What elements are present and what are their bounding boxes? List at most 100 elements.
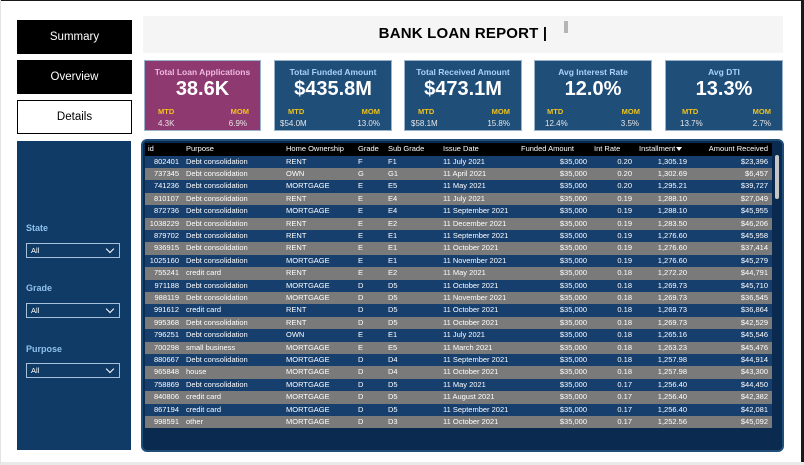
table-cell: 1,272.20 xyxy=(636,267,691,280)
column-header-issue-date[interactable]: Issue Date xyxy=(440,143,518,156)
kpi-total-loan-applications: Total Loan Applications 38.6K MTD MOM 4.… xyxy=(144,60,261,131)
scrollbar-thumb[interactable] xyxy=(775,155,779,199)
column-header-grade[interactable]: Grade xyxy=(355,143,385,156)
nav-summary-button[interactable]: Summary xyxy=(17,20,132,54)
table-cell: $45,955 xyxy=(691,205,772,218)
nav-overview-button[interactable]: Overview xyxy=(17,60,132,94)
table-cell: 0.19 xyxy=(591,254,636,268)
table-cell: D5 xyxy=(385,378,440,392)
table-row[interactable]: 936915 Debt consolidation RENT E E1 11 Octobe… xyxy=(145,242,772,255)
table-row[interactable]: 1038229 Debt consolidation RENT E E2 11 Decem… xyxy=(145,217,772,230)
table-cell: OWN xyxy=(283,167,355,181)
column-header-home-ownership[interactable]: Home Ownership xyxy=(283,143,355,156)
table-row[interactable]: 741236 Debt consolidation MORTGAGE E E5 11 Ma… xyxy=(145,180,772,193)
table-cell: 0.19 xyxy=(591,242,636,255)
kpi-title: Avg Interest Rate xyxy=(558,67,628,77)
kpi-title: Avg DTI xyxy=(708,67,740,77)
table-row[interactable]: 998591 other MORTGAGE D D3 11 October 2021 $35… xyxy=(145,416,772,429)
table-header-row: id Purpose Home Ownership Grade Sub Grad… xyxy=(145,143,772,156)
table-cell: 0.20 xyxy=(591,155,636,168)
table-cell: D5 xyxy=(385,304,440,317)
table-row[interactable]: 802401 Debt consolidation RENT F F1 11 July 2… xyxy=(145,155,772,168)
kpi-mtd-value: 13.7% xyxy=(680,119,703,128)
table-row[interactable]: 880667 Debt consolidation MORTGAGE D D4 11 Se… xyxy=(145,354,772,367)
table-cell: $43,300 xyxy=(691,366,772,379)
table-cell: 11 July 2021 xyxy=(440,329,518,342)
table-row[interactable]: 755241 credit card RENT E E2 11 May 2021 $35,0… xyxy=(145,267,772,280)
table-cell: 0.19 xyxy=(591,217,636,230)
kpi-total-funded-amount: Total Funded Amount $435.8M MTD MOM $54.… xyxy=(274,60,392,131)
table-cell: 0.18 xyxy=(591,316,636,330)
table-cell: Debt consolidation xyxy=(183,205,283,218)
column-header-installment[interactable]: Installment xyxy=(636,143,691,156)
column-header-int-rate[interactable]: Int Rate xyxy=(591,143,636,156)
table-cell: 1,276.60 xyxy=(636,254,691,268)
table-row[interactable]: 988119 Debt consolidation MORTGAGE D D5 11 No… xyxy=(145,291,772,305)
table-cell: 1,269.73 xyxy=(636,291,691,305)
table-cell: 1,257.98 xyxy=(636,354,691,367)
state-filter-select[interactable]: All xyxy=(26,243,120,258)
column-header-funded-amount[interactable]: Funded Amount xyxy=(518,143,591,156)
table-cell: $35,000 xyxy=(518,304,591,317)
kpi-mom-label: MOM xyxy=(361,107,380,116)
table-row[interactable]: 700298 small business MORTGAGE E E5 11 March … xyxy=(145,341,772,354)
table-row[interactable]: 879702 Debt consolidation RENT E E1 11 Septem… xyxy=(145,229,772,243)
chevron-down-icon xyxy=(105,304,115,314)
table-cell: 879702 xyxy=(145,229,183,243)
table-cell: 1038229 xyxy=(145,217,183,230)
table-cell: D xyxy=(355,391,385,404)
table-cell: D xyxy=(355,291,385,305)
table-cell: $35,000 xyxy=(518,378,591,392)
kpi-mom-label: MOM xyxy=(752,107,771,116)
table-cell: D xyxy=(355,279,385,292)
table-row[interactable]: 995368 Debt consolidation RENT D D5 11 Octobe… xyxy=(145,316,772,330)
table-row[interactable]: 991612 credit card RENT D D5 11 October 2021 $… xyxy=(145,304,772,317)
table-cell: 802401 xyxy=(145,155,183,168)
kpi-mtd-value: 12.4% xyxy=(545,119,568,128)
table-cell: F1 xyxy=(385,155,440,168)
table-cell: E2 xyxy=(385,217,440,230)
table-row[interactable]: 737345 Debt consolidation OWN G G1 11 April 2… xyxy=(145,167,772,181)
table-row[interactable]: 965848 house MORTGAGE D D4 11 October 2021 $35… xyxy=(145,366,772,379)
column-header-purpose[interactable]: Purpose xyxy=(183,143,283,156)
column-header-sub-grade[interactable]: Sub Grade xyxy=(385,143,440,156)
table-cell: 796251 xyxy=(145,329,183,342)
table-row[interactable]: 758869 Debt consolidation MORTGAGE D D5 11 Ma… xyxy=(145,378,772,392)
kpi-mom-label: MOM xyxy=(621,107,640,116)
table-cell: $35,000 xyxy=(518,192,591,206)
table-cell: 0.17 xyxy=(591,416,636,429)
table-cell: $35,000 xyxy=(518,354,591,367)
table-cell: 11 September 2021 xyxy=(440,229,518,243)
table-cell: D xyxy=(355,403,385,417)
table-cell: Debt consolidation xyxy=(183,229,283,243)
loan-details-table[interactable]: id Purpose Home Ownership Grade Sub Grad… xyxy=(141,139,784,452)
state-filter-value: All xyxy=(31,246,40,255)
table-cell: MORTGAGE xyxy=(283,416,355,429)
table-cell: $35,000 xyxy=(518,316,591,330)
table-row[interactable]: 810107 Debt consolidation RENT E E4 11 July 2… xyxy=(145,192,772,206)
table-cell: E xyxy=(355,192,385,206)
kpi-value: $435.8M xyxy=(294,78,372,100)
table-cell: 872736 xyxy=(145,205,183,218)
column-header-amount-received[interactable]: Amount Received xyxy=(691,143,772,156)
table-cell: $46,206 xyxy=(691,217,772,230)
purpose-filter-select[interactable]: All xyxy=(26,363,120,378)
table-cell: D4 xyxy=(385,366,440,379)
table-cell: $35,000 xyxy=(518,341,591,354)
table-row[interactable]: 840806 credit card MORTGAGE D D5 11 August 20… xyxy=(145,391,772,404)
table-row[interactable]: 867194 credit card MORTGAGE D D5 11 September… xyxy=(145,403,772,417)
table-row[interactable]: 796251 Debt consolidation OWN E E1 11 July 20… xyxy=(145,329,772,342)
grade-filter-select[interactable]: All xyxy=(26,303,120,318)
table-row[interactable]: 872736 Debt consolidation MORTGAGE E E4 11 Se… xyxy=(145,205,772,218)
table-cell: 867194 xyxy=(145,403,183,417)
chevron-down-icon xyxy=(105,364,115,374)
nav-details-button[interactable]: Details xyxy=(17,100,132,134)
table-cell: MORTGAGE xyxy=(283,354,355,367)
table-cell: $37,414 xyxy=(691,242,772,255)
table-row[interactable]: 1025160 Debt consolidation MORTGAGE E E1 11 N… xyxy=(145,254,772,268)
column-header-id[interactable]: id xyxy=(145,143,183,156)
table-cell: Debt consolidation xyxy=(183,279,283,292)
table-cell: $44,914 xyxy=(691,354,772,367)
table-cell: 0.18 xyxy=(591,354,636,367)
table-row[interactable]: 971188 Debt consolidation MORTGAGE D D5 11 Oc… xyxy=(145,279,772,292)
